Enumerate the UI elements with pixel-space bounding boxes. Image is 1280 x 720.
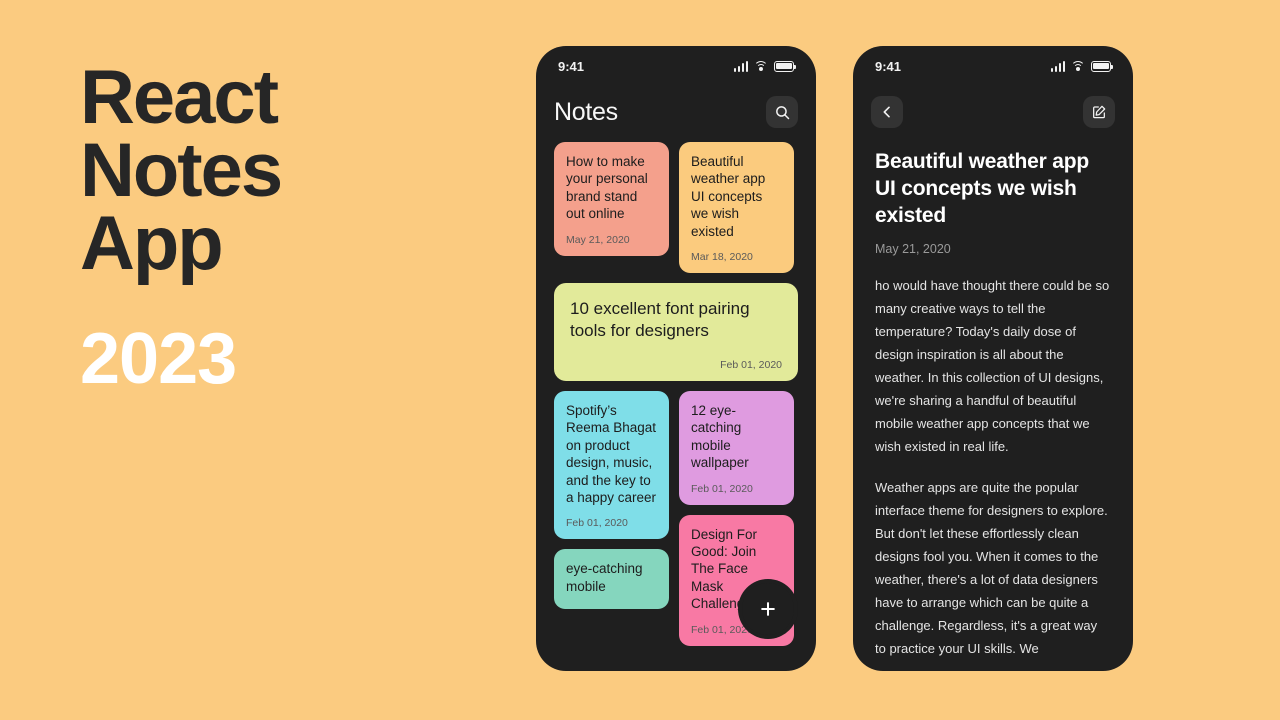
page-title: React Notes App <box>80 55 500 286</box>
notes-grid-top: How to make your personal brand stand ou… <box>554 142 798 274</box>
promo-title-line-1: React <box>80 55 279 140</box>
note-title: 10 excellent font pairing tools for desi… <box>570 299 750 341</box>
edit-note-button[interactable] <box>1083 96 1115 128</box>
battery-icon <box>774 61 796 72</box>
notes-appbar: Notes <box>536 86 816 138</box>
note-detail-body: Beautiful weather app UI concepts we wis… <box>853 138 1133 660</box>
wifi-icon <box>1071 60 1085 72</box>
wifi-icon <box>754 60 768 72</box>
note-date: Feb 01, 2020 <box>566 517 628 530</box>
battery-icon <box>1091 61 1113 72</box>
note-paragraph: ho would have thought there could be so … <box>875 278 1110 455</box>
note-card[interactable]: 12 eye-catching mobile wallpaper Feb 01,… <box>679 390 794 505</box>
add-note-button[interactable] <box>742 583 794 635</box>
note-card[interactable]: Beautiful weather app UI concepts we wis… <box>679 142 794 274</box>
note-title: 12 eye-catching mobile wallpaper <box>691 402 749 471</box>
note-date: May 21, 2020 <box>566 233 630 246</box>
chevron-left-icon <box>883 106 890 118</box>
edit-pencil-icon <box>1093 105 1106 119</box>
back-button[interactable] <box>871 96 903 128</box>
note-card[interactable]: Spotify’s Reema Bhagat on product design… <box>554 390 669 540</box>
status-icons <box>1050 60 1113 72</box>
note-card[interactable]: 10 excellent font pairing tools for desi… <box>554 283 798 381</box>
note-title: How to make your personal brand stand ou… <box>566 154 648 222</box>
note-date: Feb 01, 2020 <box>691 482 753 495</box>
signal-bars-icon <box>733 60 748 72</box>
note-date: Feb 01, 2020 <box>720 358 782 371</box>
status-time: 9:41 <box>875 58 902 74</box>
notes-title: Notes <box>554 97 618 126</box>
phone-note-detail: 9:41 Beautiful weather app UI concepts w… <box>853 46 1133 671</box>
note-date: Mar 18, 2020 <box>691 251 753 264</box>
promo-year: 2023 <box>80 318 237 399</box>
notes-column-left: How to make your personal brand stand ou… <box>554 142 669 256</box>
promo-title-line-2: Notes <box>80 127 283 213</box>
detail-appbar <box>853 86 1133 138</box>
phone-notes-list: 9:41 Notes How to make your personal bra… <box>536 46 816 671</box>
note-paragraph: Weather apps are quite the popular inter… <box>875 480 1108 657</box>
note-card[interactable]: How to make your personal brand stand ou… <box>554 142 669 256</box>
note-title: eye-catching mobile <box>566 561 643 594</box>
promo-block: React Notes App 2023 <box>80 55 500 399</box>
status-bar: 9:41 <box>853 46 1133 86</box>
note-title: Beautiful weather app UI concepts we wis… <box>691 154 766 239</box>
plus-icon <box>761 602 775 616</box>
signal-bars-icon <box>1050 60 1065 72</box>
status-icons <box>733 60 796 72</box>
notes-column-left: Spotify’s Reema Bhagat on product design… <box>554 390 669 610</box>
status-time: 9:41 <box>558 58 585 74</box>
status-bar: 9:41 <box>536 46 816 86</box>
notes-column-right: Beautiful weather app UI concepts we wis… <box>679 142 794 274</box>
search-icon <box>775 105 789 119</box>
search-button[interactable] <box>766 96 798 128</box>
note-detail-title: Beautiful weather app UI concepts we wis… <box>875 150 1090 228</box>
note-card[interactable]: eye-catching mobile <box>554 549 669 610</box>
promo-title-line-3: App <box>80 200 224 286</box>
note-title: Spotify’s Reema Bhagat on product design… <box>566 402 657 505</box>
note-detail-date: May 21, 2020 <box>875 242 951 257</box>
